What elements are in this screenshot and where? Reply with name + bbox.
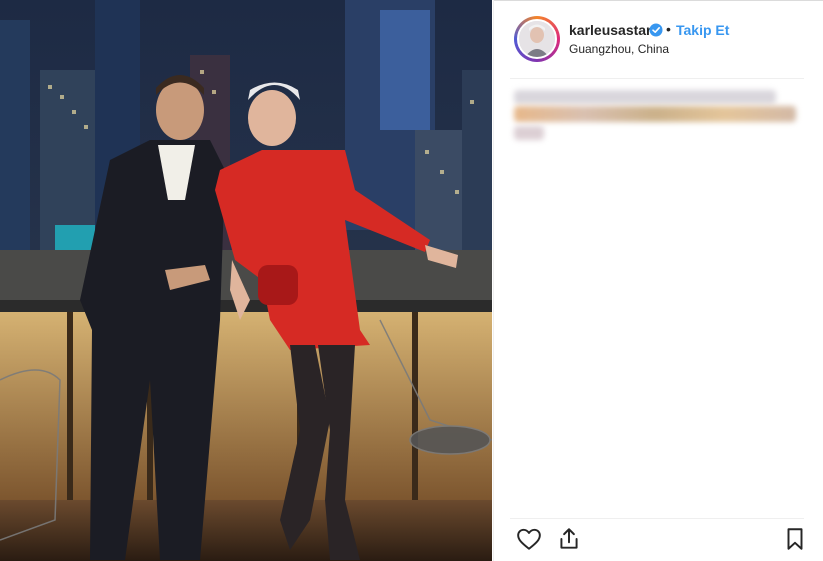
photo-scene <box>0 0 492 561</box>
follow-button[interactable]: Takip Et <box>676 22 729 38</box>
post-sidebar: karleusastar • Takip Et Guangzhou, China <box>493 0 823 561</box>
verified-badge-icon <box>649 23 663 37</box>
action-bar <box>494 518 823 561</box>
avatar-image <box>519 21 555 57</box>
location-link[interactable]: Guangzhou, China <box>569 42 669 56</box>
username-link[interactable]: karleusastar <box>569 22 652 38</box>
caption-blurred <box>514 88 800 146</box>
post-photo[interactable] <box>0 0 492 561</box>
bookmark-icon[interactable] <box>782 526 808 552</box>
header-divider <box>510 78 804 79</box>
share-icon[interactable] <box>556 526 582 552</box>
heart-icon[interactable] <box>516 526 542 552</box>
caption-blur-line-1 <box>514 90 776 104</box>
caption-blur-line-3 <box>514 126 544 140</box>
separator-dot: • <box>666 21 671 37</box>
avatar[interactable] <box>517 19 557 59</box>
caption-blur-line-2 <box>514 106 796 122</box>
story-ring[interactable] <box>514 16 560 62</box>
post-header: karleusastar • Takip Et Guangzhou, China <box>494 0 823 78</box>
